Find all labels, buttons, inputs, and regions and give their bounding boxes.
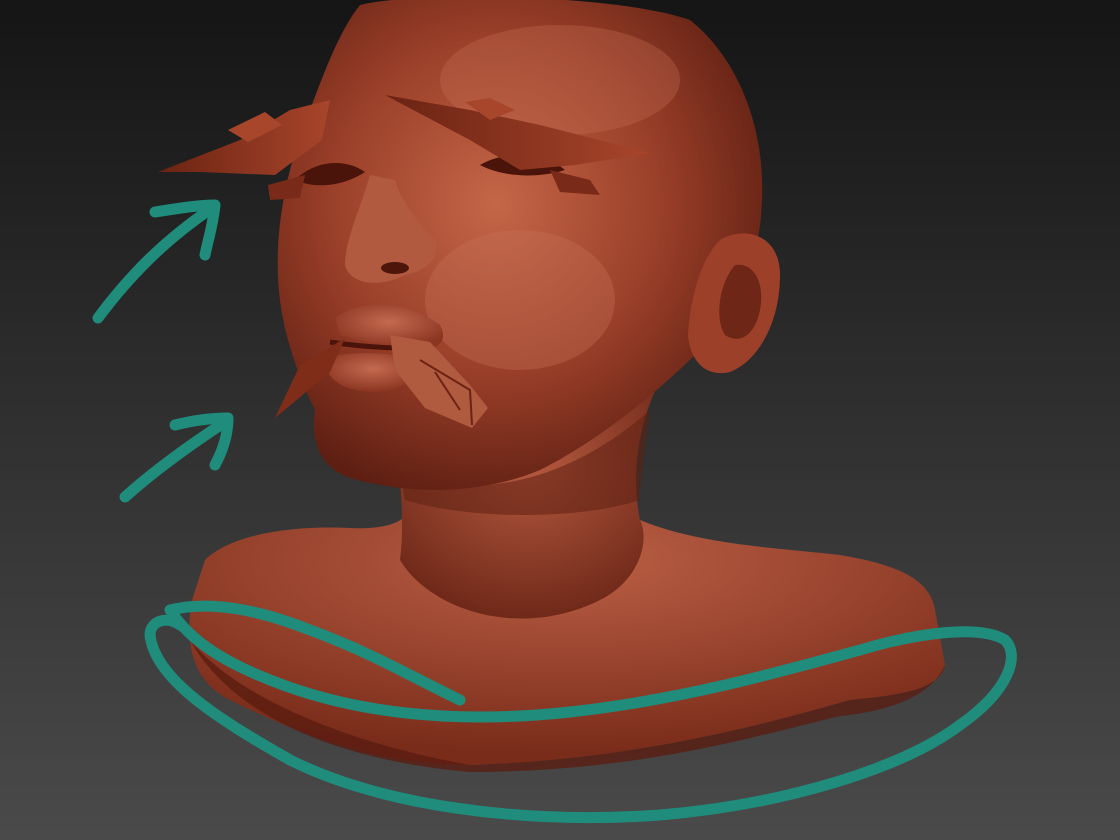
cheek-highlight [425, 230, 615, 370]
nostril [381, 262, 409, 274]
3d-viewport[interactable] [0, 0, 1120, 840]
sculpt-canvas[interactable] [0, 0, 1120, 840]
